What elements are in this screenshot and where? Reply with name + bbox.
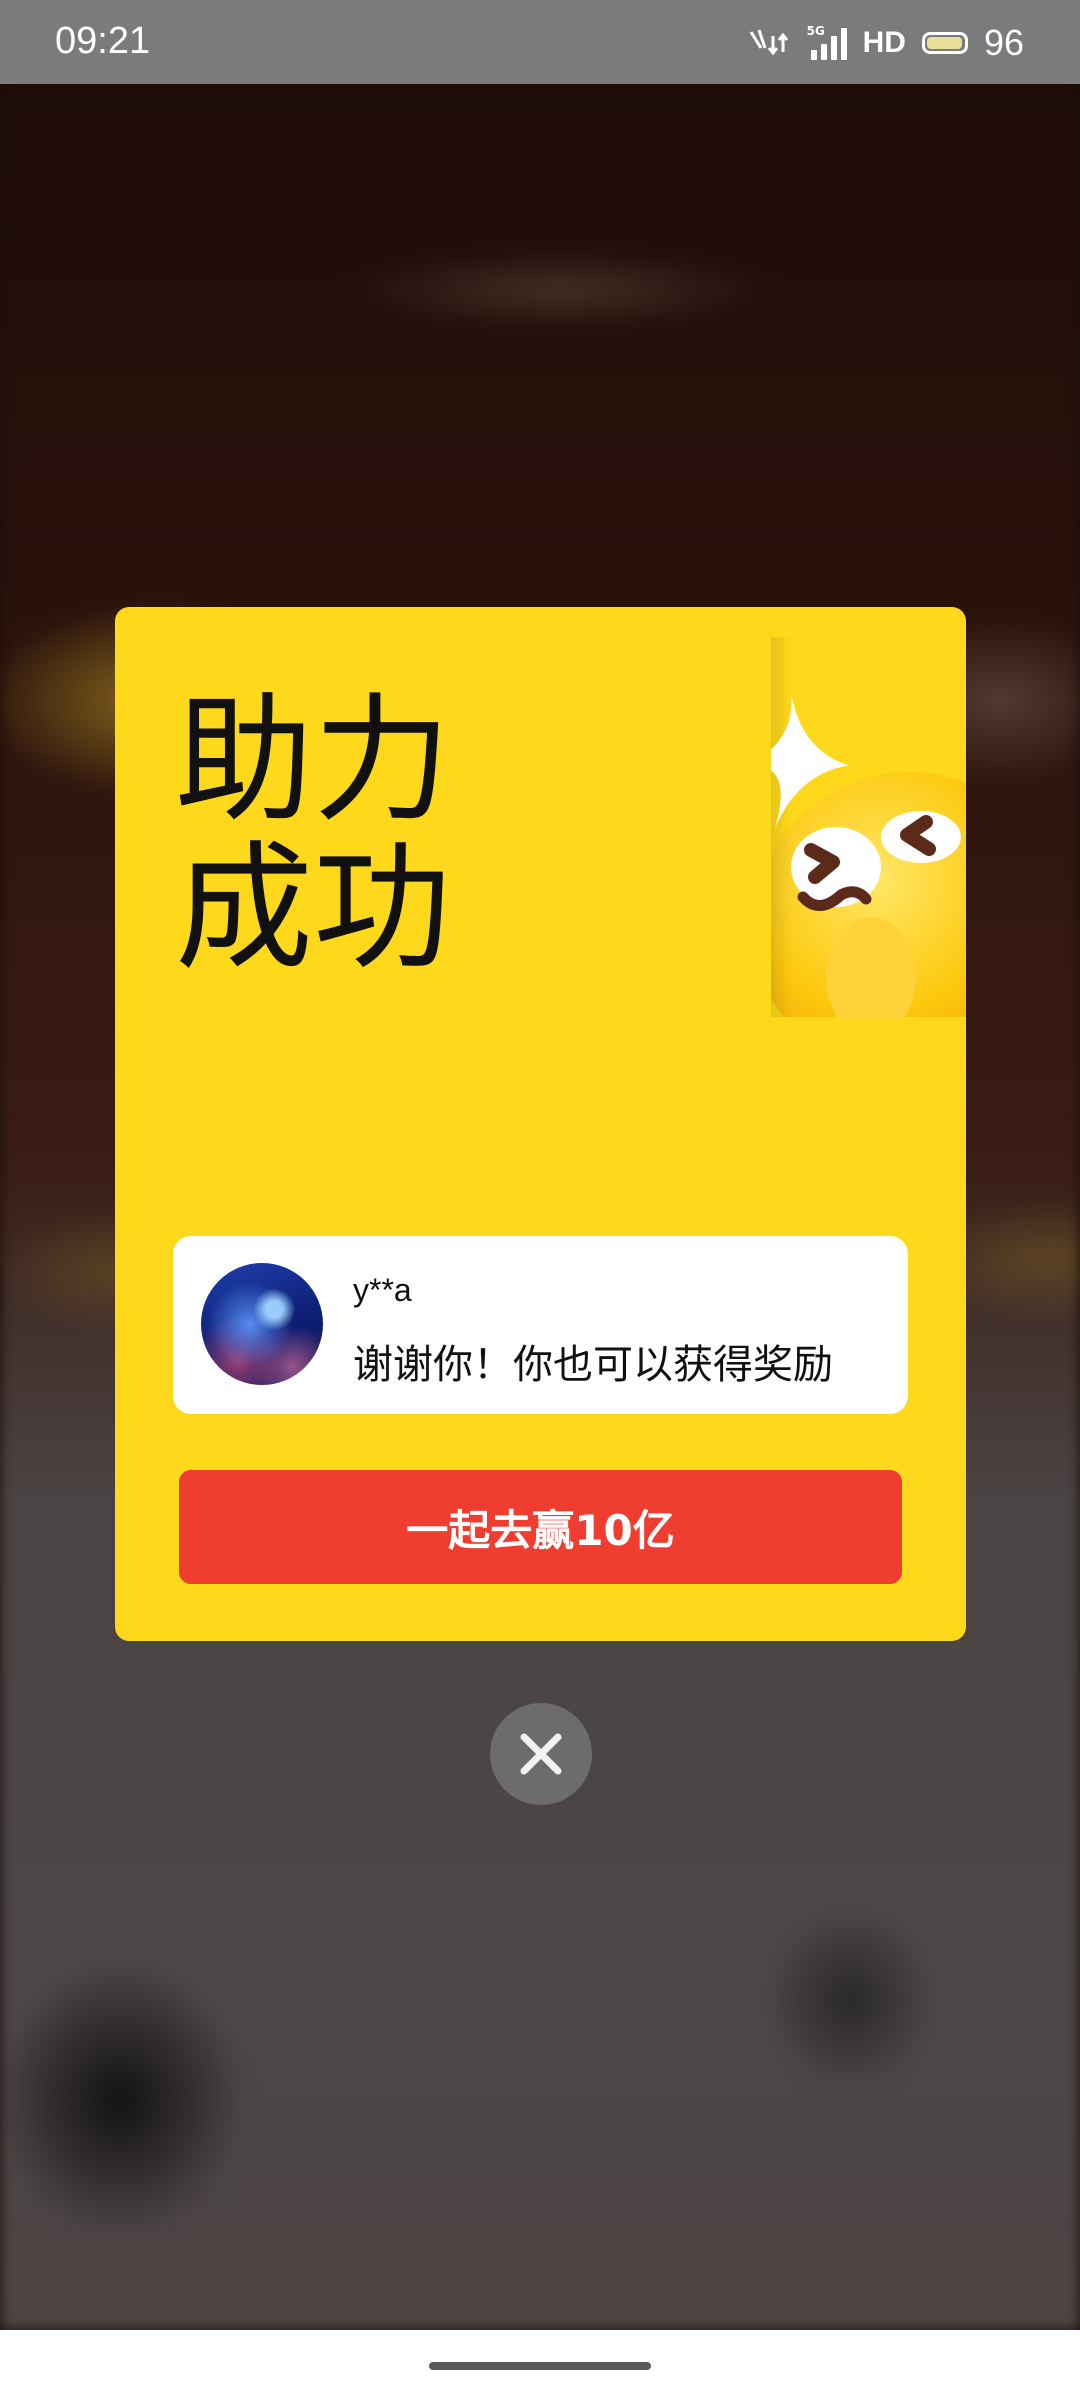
- mascot-illustration: [771, 637, 966, 1017]
- modal-title-line2: 成功: [175, 828, 452, 989]
- battery-icon: [921, 32, 968, 54]
- helper-name: y**a: [353, 1272, 412, 1308]
- status-bar: 09:21 5G HD 96: [0, 0, 1080, 84]
- avatar: [201, 1263, 323, 1385]
- battery-fill: [926, 37, 962, 49]
- help-success-modal: 助力 成功 y**a 谢谢你！你也可以获得奖励 一起去赢10亿: [115, 607, 966, 1641]
- win-together-button[interactable]: 一起去赢10亿: [179, 1470, 902, 1584]
- helper-message: 谢谢你！你也可以获得奖励: [353, 1342, 833, 1388]
- helper-card: y**a 谢谢你！你也可以获得奖励: [173, 1236, 908, 1414]
- cellular-signal-icon: 5G: [807, 24, 847, 60]
- close-icon: [520, 1733, 562, 1775]
- status-icons: 5G HD 96: [747, 18, 1024, 68]
- modal-title-line1: 助力: [175, 680, 452, 841]
- navigation-bar: [0, 2330, 1080, 2400]
- data-transfer-icon: [749, 29, 788, 56]
- battery-level: 96: [983, 22, 1024, 63]
- modal-title: 助力 成功: [175, 687, 451, 983]
- status-time: 09:21: [55, 20, 151, 62]
- hd-label: HD: [862, 26, 906, 59]
- close-button[interactable]: [490, 1703, 592, 1805]
- home-indicator-bar[interactable]: [429, 2362, 651, 2370]
